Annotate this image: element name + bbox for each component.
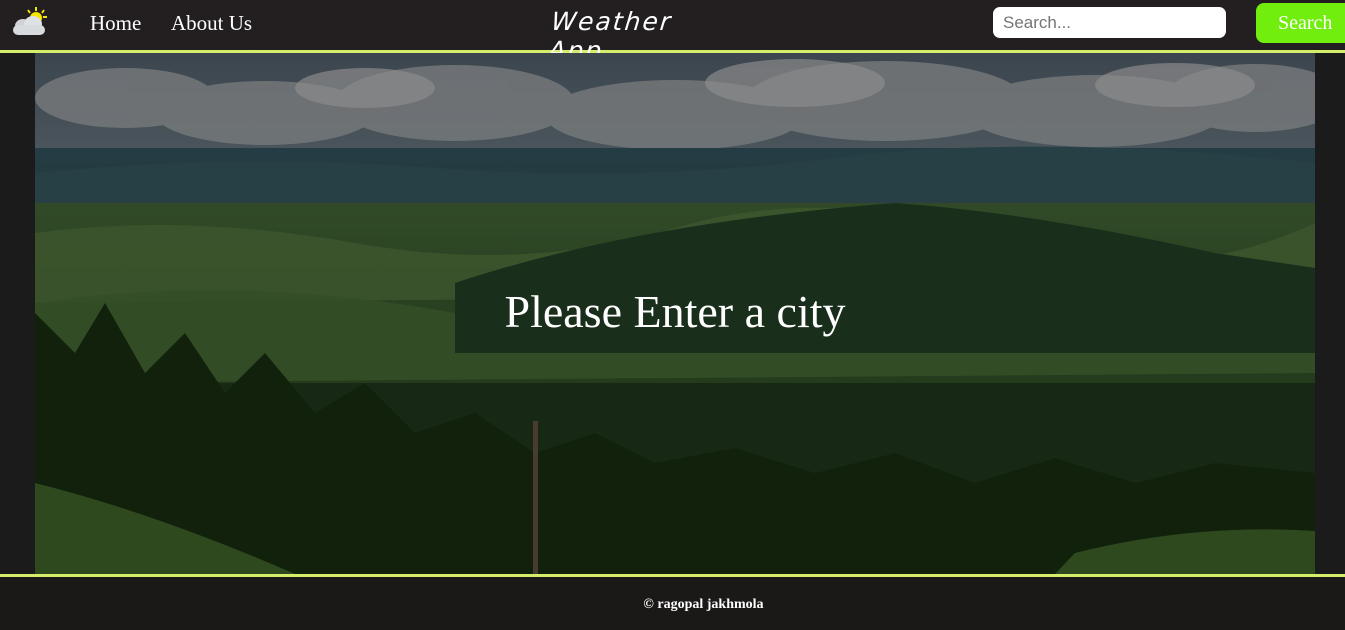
footer-copyright: © ragopal jakhmola: [643, 597, 764, 612]
navbar: Home About Us Weather App Search: [0, 0, 1345, 65]
sun-cloud-icon[interactable]: [9, 5, 51, 37]
search-button[interactable]: Search: [1256, 3, 1345, 43]
nav-home-link[interactable]: Home: [90, 11, 141, 36]
hero-message: Please Enter a city: [504, 286, 846, 337]
hero-banner: Please Enter a city: [35, 53, 1315, 574]
nav-about-link[interactable]: About Us: [171, 11, 252, 36]
footer: © ragopal jakhmola: [0, 577, 1345, 630]
search-input[interactable]: [993, 7, 1226, 38]
